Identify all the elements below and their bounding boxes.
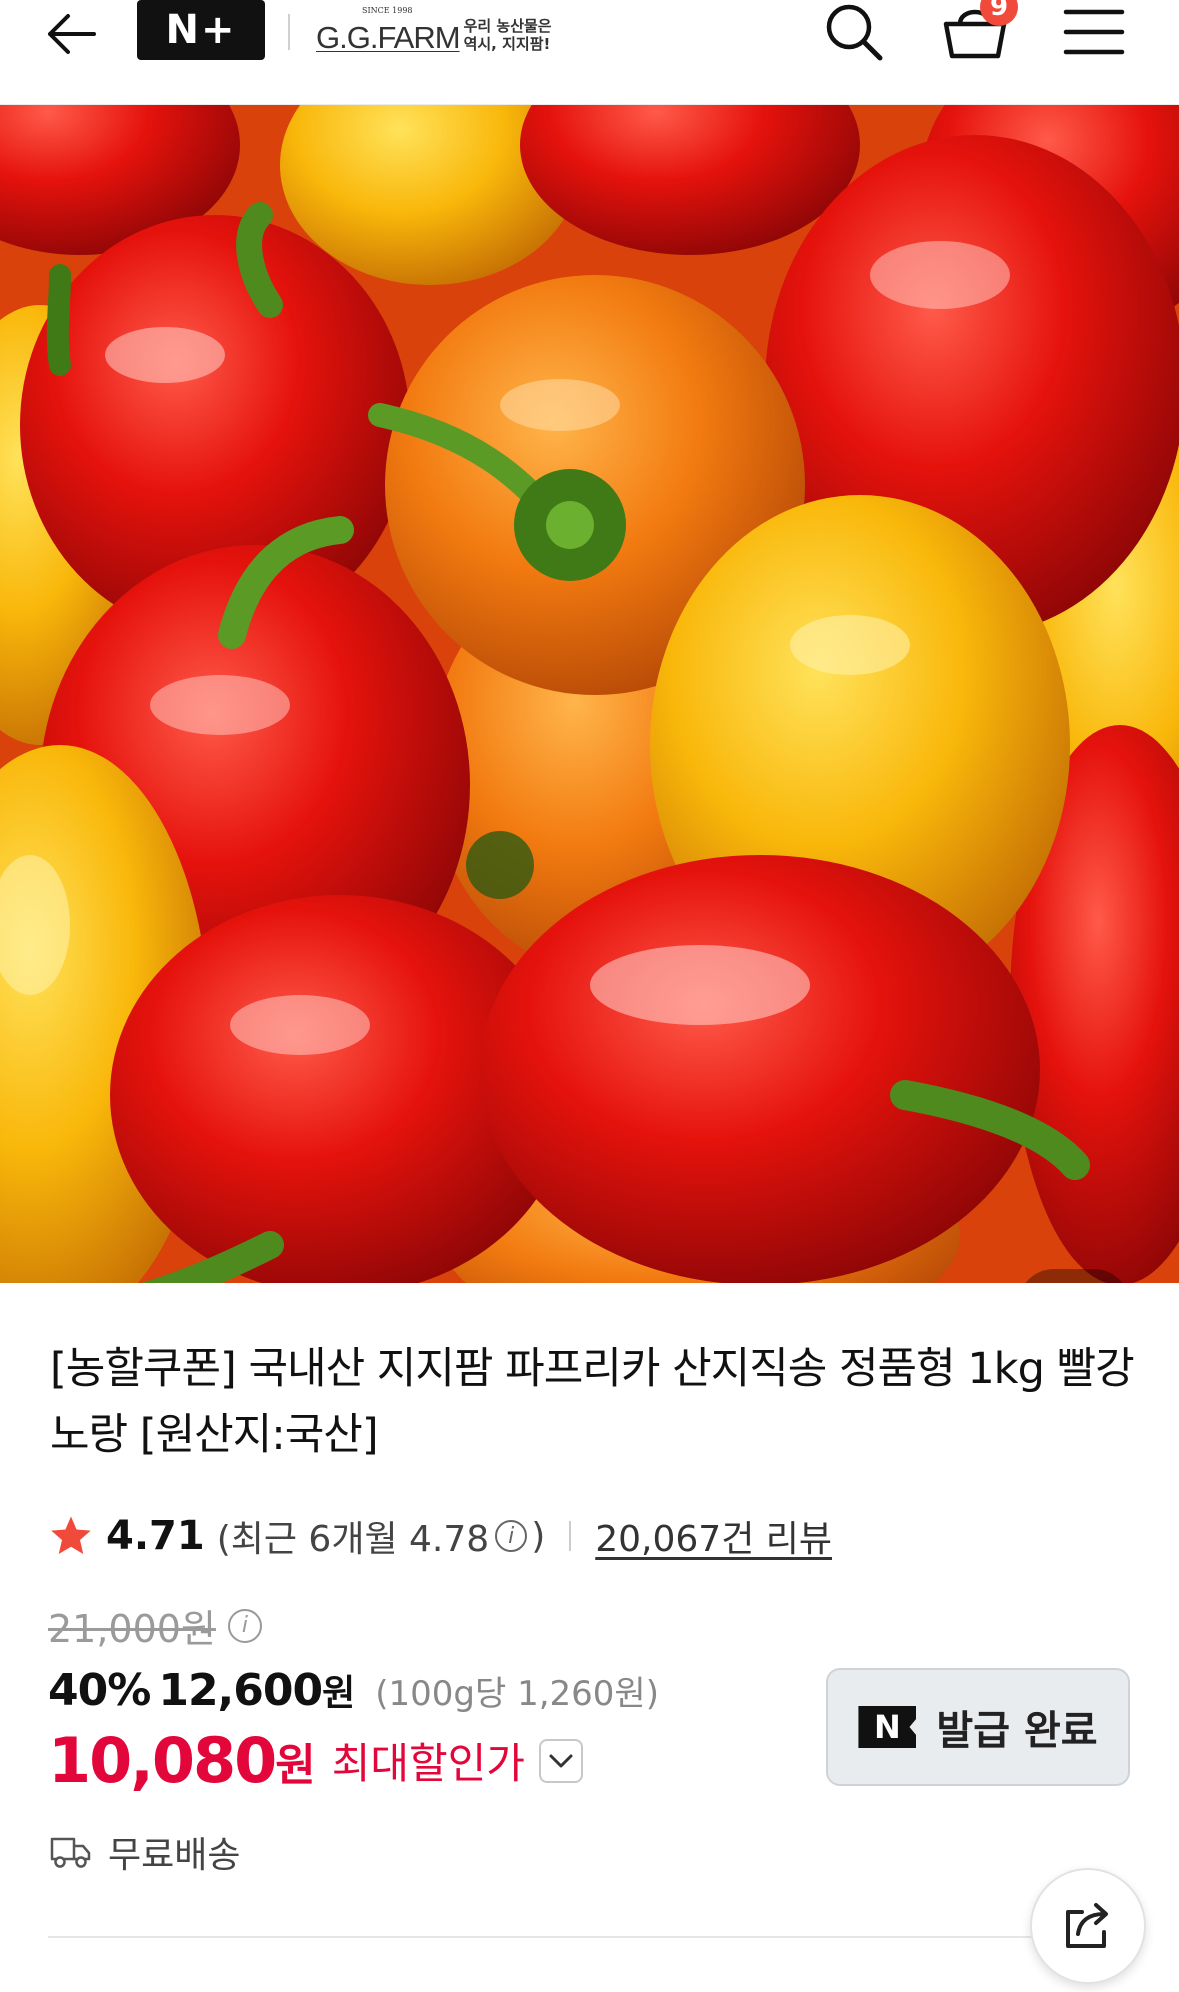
logo-divider: [288, 14, 290, 50]
coupon-button-label: 발급 완료: [936, 1708, 1098, 1754]
rating-row: 4.71 (최근 6개월 4.78 i ) 20,067건 리뷰: [48, 1508, 832, 1564]
sale-price: 12,600: [158, 1665, 323, 1716]
max-discount-row: 10,080 원 최대할인가: [48, 1724, 583, 1797]
hamburger-menu-icon: [1063, 9, 1125, 55]
max-discount-label: 최대할인가: [331, 1739, 525, 1788]
truck-icon: [50, 1837, 91, 1868]
discount-rate: 40%: [48, 1665, 151, 1716]
unit-price: (100g당 1,260원): [375, 1674, 659, 1714]
max-discount-price: 10,080: [48, 1724, 277, 1797]
naver-coupon-icon: N: [858, 1706, 917, 1748]
sale-price-row: 40% 12,600 원 (100g당 1,260원): [48, 1664, 659, 1716]
farm-since: SINCE 1998: [362, 6, 413, 15]
menu-button[interactable]: [1062, 4, 1126, 60]
info-icon[interactable]: i: [495, 1520, 528, 1552]
original-price: 21,000원: [48, 1607, 216, 1651]
section-divider: [48, 1936, 1132, 1938]
product-title: [농할쿠폰] 국내산 지지팜 파프리카 산지직송 정품형 1kg 빨강노랑 [원…: [50, 1344, 1135, 1460]
top-header: N+ SINCE 1998 G.G.FARM 우리 농산물은 역시, 지지팜! …: [0, 0, 1179, 105]
price-info-icon[interactable]: i: [227, 1608, 262, 1643]
product-image-carousel[interactable]: 1 / 5: [0, 105, 1179, 1283]
max-discount-unit: 원: [275, 1739, 316, 1791]
farm-name: G.G.FARM: [316, 20, 461, 55]
rating-divider: [569, 1521, 572, 1551]
nplus-logo-text: N+: [165, 7, 237, 53]
shipping-info: 무료배송: [50, 1826, 240, 1878]
original-price-row: 21,000원 i: [48, 1598, 266, 1653]
back-button[interactable]: [36, 4, 106, 64]
rating-recent-6months: (최근 6개월 4.78: [216, 1519, 490, 1560]
chevron-down-icon: [549, 1754, 573, 1767]
share-button[interactable]: [1030, 1868, 1146, 1984]
star-icon: [51, 1516, 91, 1555]
arrow-left-icon: [48, 14, 96, 54]
farm-logo[interactable]: SINCE 1998 G.G.FARM 우리 농산물은 역시, 지지팜!: [316, 6, 564, 60]
rating-score: 4.71: [106, 1513, 205, 1559]
share-icon: [1066, 1903, 1108, 1948]
review-count-link[interactable]: 20,067건 리뷰: [595, 1510, 832, 1562]
shipping-label: 무료배송: [108, 1835, 241, 1876]
search-button[interactable]: [822, 0, 886, 64]
coupon-issued-button[interactable]: N 발급 완료: [826, 1668, 1130, 1786]
sale-price-unit: 원: [322, 1673, 356, 1714]
cart-button[interactable]: 9: [940, 0, 1018, 64]
nplus-store-logo[interactable]: N+: [137, 0, 265, 60]
max-discount-toggle[interactable]: [538, 1738, 583, 1783]
farm-slogan: 우리 농산물은 역시, 지지팜!: [463, 17, 552, 53]
rating-recent-close: ): [531, 1515, 546, 1557]
search-icon: [826, 4, 883, 61]
paprika-product-image: [0, 105, 1179, 1283]
